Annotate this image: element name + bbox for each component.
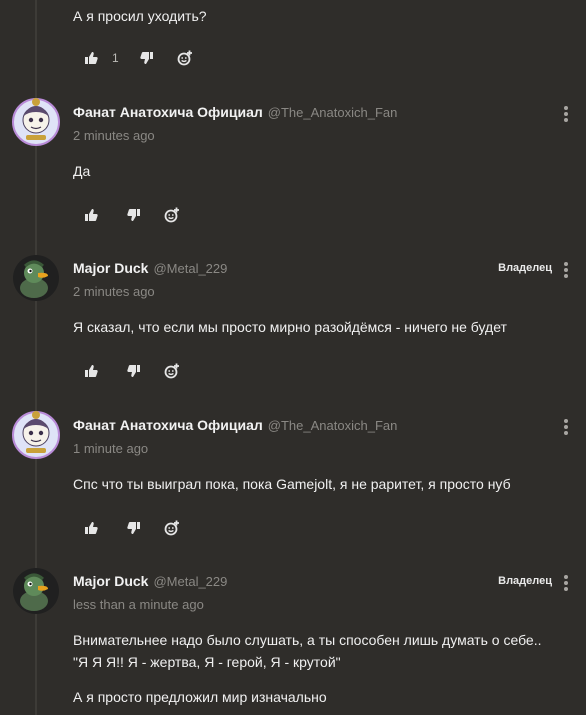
author-name[interactable]: Фанат Анатохича Официал (73, 104, 263, 120)
comment-item: Фанат Анатохича Официал @The_Anatoxich_F… (0, 96, 586, 236)
dislike-icon[interactable] (125, 362, 143, 380)
comment-text-paragraph-2: А я просто предложил мир изначально (73, 689, 327, 705)
author-name[interactable]: Major Duck (73, 573, 148, 589)
more-options-icon[interactable] (564, 106, 568, 124)
like-icon[interactable] (82, 519, 100, 537)
add-reaction-icon[interactable] (176, 49, 194, 67)
dislike-icon[interactable] (138, 49, 156, 67)
owner-badge: Владелец (498, 262, 552, 274)
comment-actions: 1 (82, 49, 194, 67)
author-handle[interactable]: @Metal_229 (153, 261, 227, 276)
timestamp[interactable]: 1 minute ago (73, 441, 148, 456)
comment-item: Фанат Анатохича Официал @The_Anatoxich_F… (0, 409, 586, 549)
author-handle[interactable]: @The_Anatoxich_Fan (268, 105, 398, 120)
more-options-icon[interactable] (564, 419, 568, 437)
comment-header: Major Duck @Metal_229 (73, 573, 227, 593)
add-reaction-icon[interactable] (163, 206, 181, 224)
author-handle[interactable]: @The_Anatoxich_Fan (268, 418, 398, 433)
like-icon[interactable] (82, 362, 100, 380)
comment-text: Я сказал, что если мы просто мирно разой… (73, 319, 507, 335)
comment-text: А я просил уходить? (73, 8, 207, 24)
like-icon[interactable] (82, 206, 100, 224)
comment-partial: А я просил уходить? 1 (0, 0, 586, 80)
comment-header: Фанат Анатохича Официал @The_Anatoxich_F… (73, 417, 397, 437)
add-reaction-icon[interactable] (163, 362, 181, 380)
author-name[interactable]: Фанат Анатохича Официал (73, 417, 263, 433)
timestamp[interactable]: 2 minutes ago (73, 128, 155, 143)
like-icon[interactable] (82, 49, 100, 67)
comment-item: Major Duck @Metal_229 Владелец 2 minutes… (0, 252, 586, 392)
avatar[interactable] (12, 254, 60, 302)
timestamp[interactable]: 2 minutes ago (73, 284, 155, 299)
timestamp[interactable]: less than a minute ago (73, 597, 204, 612)
author-name[interactable]: Major Duck (73, 260, 148, 276)
comment-actions (82, 206, 181, 224)
avatar[interactable] (12, 411, 60, 459)
like-count: 1 (112, 51, 119, 65)
comment-actions (82, 362, 181, 380)
dislike-icon[interactable] (125, 206, 143, 224)
comment-header: Major Duck @Metal_229 (73, 260, 227, 280)
comment-actions (82, 519, 181, 537)
comment-header: Фанат Анатохича Официал @The_Anatoxich_F… (73, 104, 397, 124)
more-options-icon[interactable] (564, 575, 568, 593)
more-options-icon[interactable] (564, 262, 568, 280)
comment-item: Major Duck @Metal_229 Владелец less than… (0, 565, 586, 715)
owner-badge: Владелец (498, 575, 552, 587)
author-handle[interactable]: @Metal_229 (153, 574, 227, 589)
comment-text: Да (73, 163, 91, 179)
add-reaction-icon[interactable] (163, 519, 181, 537)
avatar[interactable] (12, 567, 60, 615)
comment-text: Спс что ты выиграл пока, пока Gamejolt, … (73, 476, 511, 492)
avatar[interactable] (12, 98, 60, 146)
comment-text: Внимательнее надо было слушать, а ты спо… (73, 632, 542, 670)
dislike-icon[interactable] (125, 519, 143, 537)
